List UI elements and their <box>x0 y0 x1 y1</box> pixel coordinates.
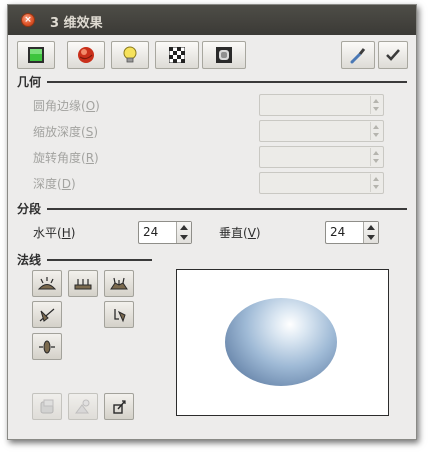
window-title: 3 维效果 <box>50 16 103 31</box>
scale-depth-field[interactable] <box>259 120 384 142</box>
texture-disabled-icon <box>40 399 54 413</box>
depth-label: 深度(D) <box>33 177 76 191</box>
segments-divider <box>17 208 407 210</box>
checkmark-icon <box>386 49 400 61</box>
normals-center-icon <box>39 340 55 353</box>
normals-heading: 法线 <box>17 251 48 268</box>
round-edge-spinner[interactable] <box>370 96 382 114</box>
wireframe-button[interactable] <box>104 393 134 420</box>
toolbar-button-apply[interactable] <box>378 41 408 69</box>
material-disabled-icon <box>75 399 90 413</box>
horizontal-value: 24 <box>143 225 159 239</box>
material-button[interactable] <box>68 393 98 420</box>
toolbar-button-checker[interactable] <box>155 41 199 69</box>
round-edge-field[interactable] <box>259 94 384 116</box>
rotation-angle-field[interactable] <box>259 146 384 168</box>
normals-center-button[interactable] <box>32 333 62 360</box>
scale-depth-label: 缩放深度(S) <box>33 125 98 139</box>
title-bar: × 3 维效果 <box>8 5 416 35</box>
vertical-spinner-buttons[interactable] <box>363 222 378 243</box>
horizontal-spinbox[interactable]: 24 <box>138 221 192 244</box>
toolbar-button-picker[interactable] <box>341 41 375 69</box>
toolbar-button-rounded[interactable] <box>202 41 246 69</box>
normals-invert-button[interactable] <box>32 301 62 328</box>
segments-heading: 分段 <box>17 200 48 217</box>
normals-mixed-button[interactable] <box>104 270 134 297</box>
rotation-angle-label: 旋转角度(R) <box>33 151 99 165</box>
close-button[interactable]: × <box>21 13 35 27</box>
lightbulb-icon <box>123 46 137 63</box>
round-edge-label: 圆角边缘(O) <box>33 99 100 113</box>
normals-flat-icon <box>74 278 92 289</box>
normals-mixed-icon <box>110 277 128 289</box>
toolbar-button-frame[interactable] <box>17 41 55 69</box>
vertical-spinbox[interactable]: 24 <box>325 221 379 244</box>
toolbar-button-light[interactable] <box>111 41 149 69</box>
wireframe-icon <box>113 399 126 414</box>
texture-button[interactable] <box>32 393 62 420</box>
depth-field[interactable] <box>259 172 384 194</box>
geometry-divider <box>17 81 407 83</box>
horizontal-spinner-buttons[interactable] <box>176 222 191 243</box>
geometry-heading: 几何 <box>17 73 48 90</box>
preview-sphere <box>225 298 337 386</box>
rotation-angle-spinner[interactable] <box>370 148 382 166</box>
normals-rotate-button[interactable] <box>104 301 134 328</box>
normals-invert-icon <box>39 308 55 322</box>
normals-smooth-icon <box>38 276 56 289</box>
depth-spinner[interactable] <box>370 174 382 192</box>
normals-smooth-button[interactable] <box>32 270 62 297</box>
frame-green-icon <box>28 47 44 63</box>
checker-icon <box>169 47 185 63</box>
vertical-label: 垂直(V) <box>219 226 261 240</box>
color-picker-icon <box>350 48 366 64</box>
normals-flat-button[interactable] <box>68 270 98 297</box>
toolbar-button-sphere[interactable] <box>67 41 105 69</box>
preview-canvas[interactable] <box>176 269 389 416</box>
scale-depth-spinner[interactable] <box>370 122 382 140</box>
horizontal-label: 水平(H) <box>33 226 76 240</box>
rounded-frame-icon <box>216 47 232 63</box>
vertical-value: 24 <box>330 225 346 239</box>
dialog-window: × 3 维效果 几何 圆角边缘(O) 缩放深度(S) 旋转角度(R) 深度(D)… <box>7 4 417 440</box>
normals-rotate-icon <box>114 308 126 322</box>
sphere-red-icon <box>78 47 94 63</box>
